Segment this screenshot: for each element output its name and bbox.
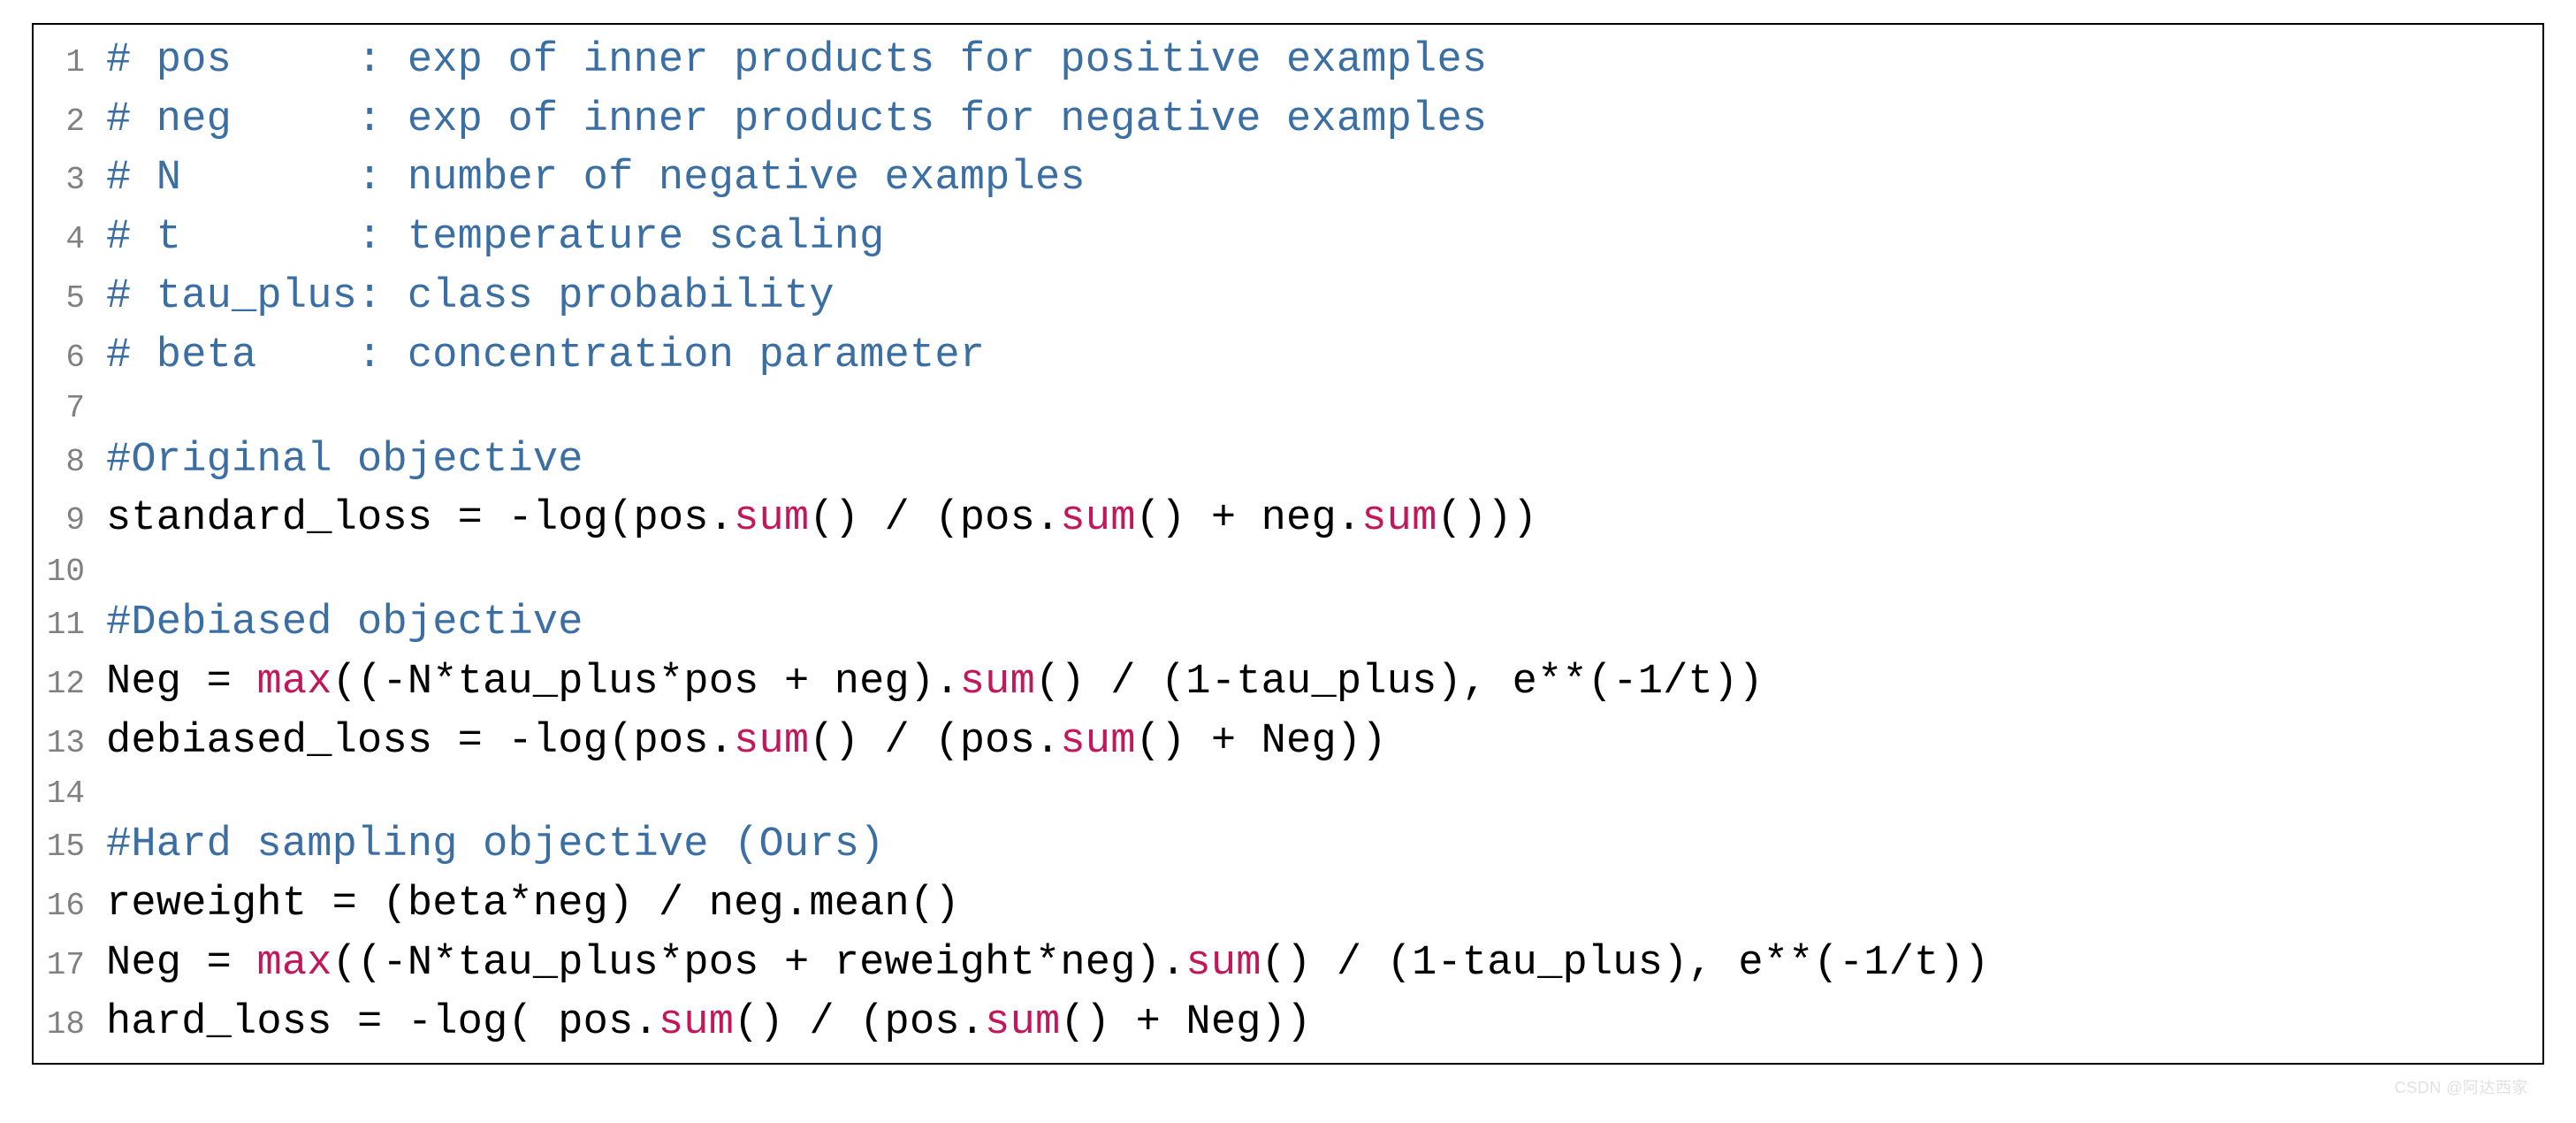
code-content: debiased_loss = -log(pos.sum() / (pos.su… — [94, 713, 1387, 772]
line-number: 13 — [34, 721, 94, 766]
line-number: 14 — [34, 771, 94, 816]
code-line: 12Neg = max((-N*tau_plus*pos + neg).sum(… — [34, 653, 2542, 713]
line-number: 5 — [34, 276, 94, 321]
code-line: 10 — [34, 549, 2542, 594]
code-content: #Original objective — [94, 432, 583, 491]
code-segment: () + Neg)) — [1060, 999, 1311, 1046]
code-content: # tau_plus: class probability — [94, 268, 835, 327]
code-segment: Neg = — [106, 940, 256, 987]
line-number: 6 — [34, 335, 94, 380]
code-content: # t : temperature scaling — [94, 209, 885, 268]
code-line: 16 reweight = (beta*neg) / neg.mean() — [34, 875, 2542, 935]
code-segment: # N : number of negative examples — [106, 155, 1086, 202]
code-segment: sum — [659, 999, 734, 1046]
code-segment: max — [256, 659, 332, 706]
code-content: hard_loss = -log( pos.sum() / (pos.sum()… — [94, 994, 1311, 1053]
code-segment: Neg = — [106, 659, 256, 706]
line-number: 1 — [34, 40, 94, 85]
line-number: 9 — [34, 498, 94, 543]
code-segment: #Original objective — [106, 437, 583, 484]
code-line: 1 # pos : exp of inner products for posit… — [34, 32, 2542, 91]
code-segment: sum — [1060, 718, 1135, 765]
code-line: 15 #Hard sampling objective (Ours) — [34, 816, 2542, 875]
line-number: 4 — [34, 217, 94, 262]
code-content: standard_loss = -log(pos.sum() / (pos.su… — [94, 490, 1537, 549]
code-segment: sum — [734, 718, 809, 765]
code-content: #Hard sampling objective (Ours) — [94, 816, 885, 875]
line-number: 17 — [34, 943, 94, 988]
code-segment: hard_loss = -log( pos. — [106, 999, 659, 1046]
line-number: 15 — [34, 824, 94, 869]
code-segment: sum — [960, 659, 1035, 706]
code-segment: () / (pos. — [734, 999, 985, 1046]
line-number: 8 — [34, 439, 94, 485]
code-segment: () / (pos. — [809, 718, 1060, 765]
code-content: #Debiased objective — [94, 594, 583, 653]
code-segment: () / (pos. — [809, 495, 1060, 542]
code-segment: () / (1-tau_plus), e**(-1/t)) — [1261, 940, 1990, 987]
code-segment: # neg : exp of inner products for negati… — [106, 96, 1487, 143]
code-segment: reweight = (beta*neg) / neg.mean() — [106, 881, 960, 928]
line-number: 10 — [34, 549, 94, 594]
code-content: reweight = (beta*neg) / neg.mean() — [94, 875, 960, 935]
code-segment: # t : temperature scaling — [106, 214, 885, 261]
code-line: 7 — [34, 386, 2542, 431]
code-line: 18hard_loss = -log( pos.sum() / (pos.sum… — [34, 994, 2542, 1053]
code-line: 2 # neg : exp of inner products for negat… — [34, 91, 2542, 150]
line-number: 16 — [34, 883, 94, 928]
code-segment: #Debiased objective — [106, 600, 583, 646]
code-line: 8 #Original objective — [34, 432, 2542, 491]
code-segment: max — [256, 940, 332, 987]
code-content: # N : number of negative examples — [94, 149, 1086, 209]
code-content: Neg = max((-N*tau_plus*pos + neg).sum() … — [94, 653, 1764, 713]
code-segment: ((-N*tau_plus*pos + neg). — [332, 659, 960, 706]
code-line: 6 # beta : concentration parameter — [34, 327, 2542, 386]
code-segment: standard_loss = -log(pos. — [106, 495, 734, 542]
line-number: 18 — [34, 1002, 94, 1047]
code-line: 17Neg = max((-N*tau_plus*pos + reweight*… — [34, 935, 2542, 994]
code-segment: ())) — [1437, 495, 1537, 542]
code-segment: ((-N*tau_plus*pos + reweight*neg). — [332, 940, 1186, 987]
code-content: # neg : exp of inner products for negati… — [94, 91, 1487, 150]
code-segment: sum — [1185, 940, 1261, 987]
code-box: 1 # pos : exp of inner products for posit… — [32, 23, 2544, 1065]
code-line: 4 # t : temperature scaling — [34, 209, 2542, 268]
code-line: 11 #Debiased objective — [34, 594, 2542, 653]
code-segment: #Hard sampling objective (Ours) — [106, 821, 885, 868]
code-segment: sum — [1361, 495, 1437, 542]
line-number: 7 — [34, 386, 94, 431]
code-content: # beta : concentration parameter — [94, 327, 985, 386]
code-line: 14 — [34, 771, 2542, 816]
line-number: 12 — [34, 661, 94, 707]
code-segment: # pos : exp of inner products for positi… — [106, 37, 1487, 84]
line-number: 3 — [34, 157, 94, 202]
code-segment: # tau_plus: class probability — [106, 273, 835, 320]
code-segment: () + Neg)) — [1136, 718, 1387, 765]
line-number: 11 — [34, 602, 94, 647]
code-content: # pos : exp of inner products for positi… — [94, 32, 1487, 91]
code-segment: # beta : concentration parameter — [106, 332, 985, 379]
code-segment: () / (1-tau_plus), e**(-1/t)) — [1035, 659, 1764, 706]
code-line: 3 # N : number of negative examples — [34, 149, 2542, 209]
code-segment: () + neg. — [1136, 495, 1362, 542]
code-content: Neg = max((-N*tau_plus*pos + reweight*ne… — [94, 935, 1989, 994]
code-listing-frame: 1 # pos : exp of inner products for posit… — [32, 23, 2544, 1065]
code-segment: sum — [985, 999, 1060, 1046]
watermark-text: CSDN @阿达西家 — [2395, 1075, 2528, 1098]
code-line: 13debiased_loss = -log(pos.sum() / (pos.… — [34, 713, 2542, 772]
code-line: 5 # tau_plus: class probability — [34, 268, 2542, 327]
code-segment: sum — [734, 495, 809, 542]
line-number: 2 — [34, 99, 94, 144]
code-segment: debiased_loss = -log(pos. — [106, 718, 734, 765]
code-segment: sum — [1060, 495, 1135, 542]
code-line: 9standard_loss = -log(pos.sum() / (pos.s… — [34, 490, 2542, 549]
